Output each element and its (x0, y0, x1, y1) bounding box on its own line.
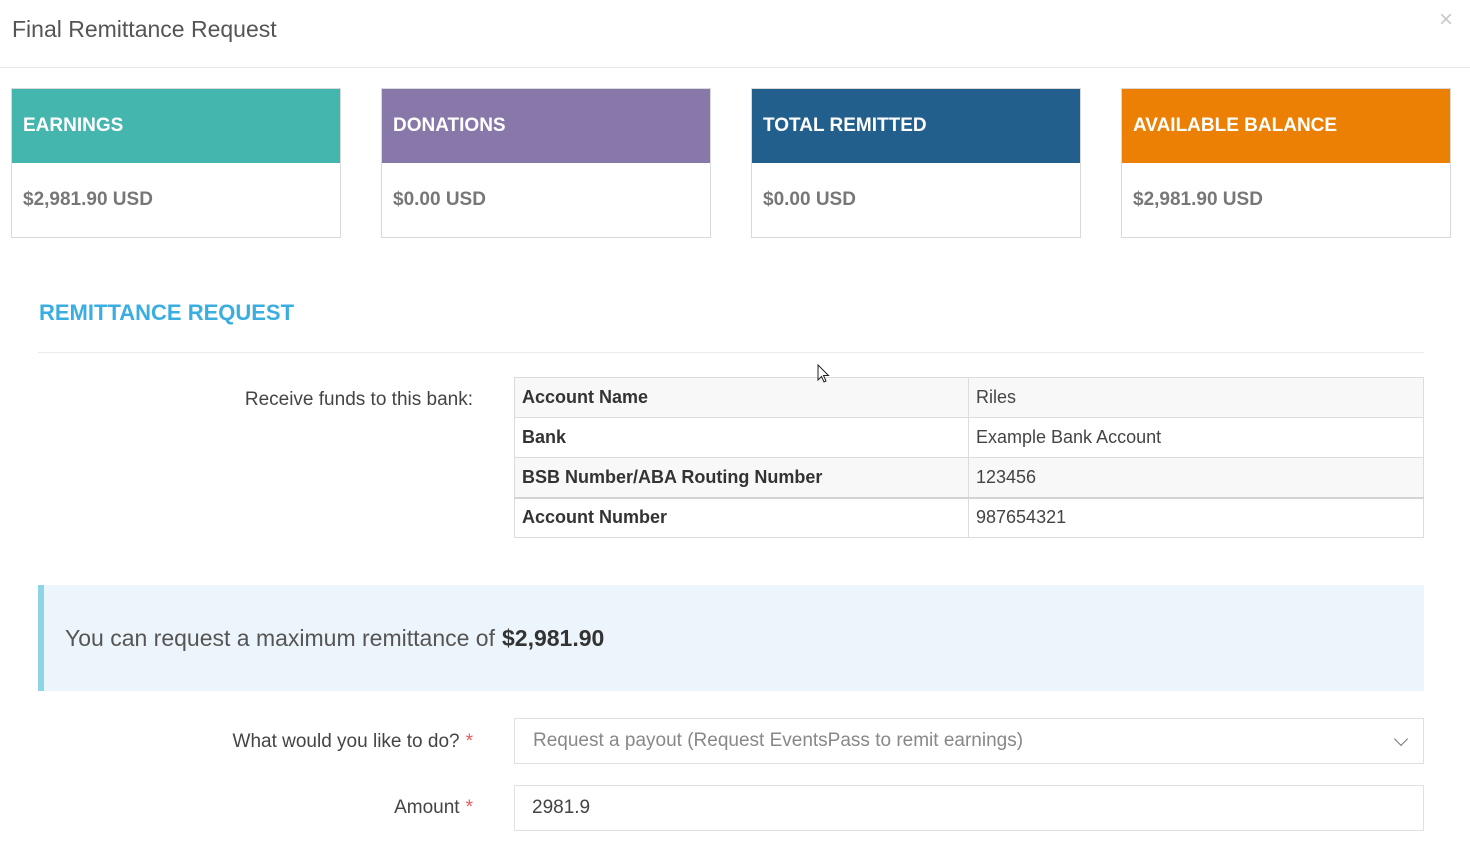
action-label: What would you like to do? * (233, 731, 473, 753)
table-row: Bank Example Bank Account (514, 417, 1424, 458)
max-remittance-text: You can request a maximum remittance of (65, 624, 495, 651)
table-row: Account Number 987654321 (514, 496, 1424, 538)
routing-number-value: 123456 (968, 457, 1424, 498)
chevron-down-icon (1393, 731, 1409, 747)
bank-value: Example Bank Account (968, 417, 1424, 458)
amount-label: Amount * (394, 797, 473, 819)
bank-details-table: Account Name Riles Bank Example Bank Acc… (514, 377, 1424, 538)
earnings-card: EARNINGS $2,981.90 USD (11, 88, 341, 238)
account-number-value: 987654321 (968, 496, 1424, 538)
available-balance-card-value: $2,981.90 USD (1133, 189, 1263, 210)
modal-header: Final Remittance Request × (0, 0, 1470, 68)
available-balance-card-header: AVAILABLE BALANCE (1122, 89, 1450, 163)
account-number-key: Account Number (514, 496, 969, 538)
close-icon[interactable]: × (1439, 8, 1453, 32)
action-label-text: What would you like to do? (232, 731, 460, 752)
modal-title: Final Remittance Request (12, 16, 277, 42)
donations-card-value: $0.00 USD (393, 189, 486, 210)
table-row: BSB Number/ABA Routing Number 123456 (514, 457, 1424, 498)
earnings-card-value: $2,981.90 USD (23, 189, 153, 210)
donations-card-header: DONATIONS (382, 89, 710, 163)
table-row: Account Name Riles (514, 377, 1424, 418)
routing-number-key: BSB Number/ABA Routing Number (514, 457, 969, 498)
account-name-value: Riles (968, 377, 1424, 418)
earnings-card-header: EARNINGS (12, 89, 340, 163)
amount-input[interactable] (514, 785, 1424, 831)
available-balance-card: AVAILABLE BALANCE $2,981.90 USD (1121, 88, 1451, 238)
required-marker: * (465, 731, 473, 752)
action-select[interactable]: Request a payout (Request EventsPass to … (514, 718, 1424, 764)
required-marker: * (465, 797, 473, 818)
total-remitted-card-value: $0.00 USD (763, 189, 856, 210)
mouse-pointer-icon (817, 364, 830, 383)
bank-key: Bank (514, 417, 969, 458)
donations-card: DONATIONS $0.00 USD (381, 88, 711, 238)
section-divider (38, 352, 1424, 353)
account-name-key: Account Name (514, 377, 969, 418)
total-remitted-card-header: TOTAL REMITTED (752, 89, 1080, 163)
total-remitted-card: TOTAL REMITTED $0.00 USD (751, 88, 1081, 238)
amount-label-text: Amount (394, 797, 460, 818)
bank-label: Receive funds to this bank: (244, 389, 473, 410)
action-select-value: Request a payout (Request EventsPass to … (533, 730, 1024, 751)
max-remittance-banner: You can request a maximum remittance of … (38, 585, 1424, 691)
section-title: REMITTANCE REQUEST (39, 300, 295, 325)
remittance-modal: Final Remittance Request × EARNINGS $2,9… (0, 0, 1470, 841)
max-remittance-amount: $2,981.90 (501, 624, 605, 651)
